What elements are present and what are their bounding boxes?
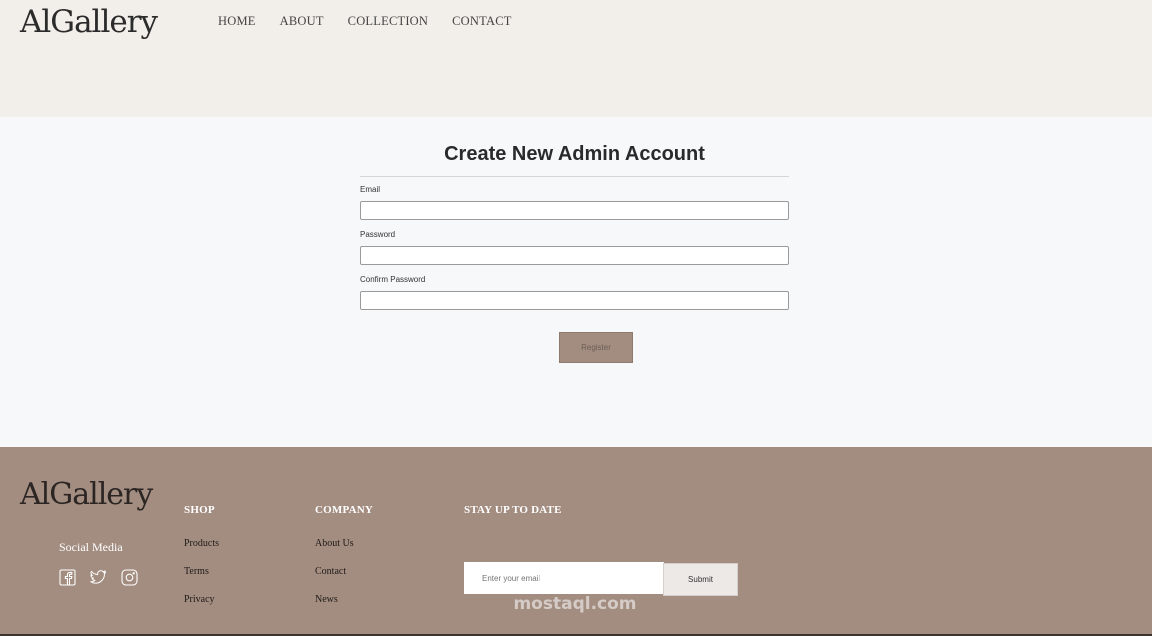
footer-link-products[interactable]: Products <box>184 538 219 549</box>
social-links <box>59 569 152 586</box>
footer-link-about-us[interactable]: About Us <box>315 538 354 549</box>
page-title: Create New Admin Account <box>444 143 705 165</box>
nav-collection-link[interactable]: COLLECTION <box>348 14 428 29</box>
main-nav: HOME ABOUT COLLECTION CONTACT <box>218 14 536 29</box>
twitter-icon[interactable] <box>90 569 107 586</box>
footer-link-terms[interactable]: Terms <box>184 566 209 577</box>
confirm-password-field[interactable] <box>360 291 789 310</box>
site-footer: AlGallery Social Media SHOP Products Ter… <box>0 447 1152 636</box>
nav-home-link[interactable]: HOME <box>218 14 256 29</box>
email-field[interactable] <box>360 201 789 220</box>
nav-about-link[interactable]: ABOUT <box>280 14 324 29</box>
shop-heading: SHOP <box>184 504 215 516</box>
instagram-icon[interactable] <box>121 569 138 586</box>
footer-link-contact[interactable]: Contact <box>315 566 346 577</box>
email-label: Email <box>360 185 381 194</box>
watermark-domain: mostaql.com <box>513 594 637 614</box>
site-header: AlGallery HOME ABOUT COLLECTION CONTACT <box>0 0 1152 117</box>
watermark-arabic: مستقل <box>520 560 630 595</box>
newsletter-submit-button[interactable]: Submit <box>663 563 738 596</box>
social-media-heading: Social Media <box>59 540 123 554</box>
footer-link-privacy[interactable]: Privacy <box>184 594 215 605</box>
password-field[interactable] <box>360 246 789 265</box>
newsletter-heading: STAY UP TO DATE <box>464 504 562 516</box>
watermark: مستقل mostaql.com <box>505 560 645 615</box>
title-divider <box>360 176 789 177</box>
nav-contact-link[interactable]: CONTACT <box>452 14 511 29</box>
company-heading: COMPANY <box>315 504 374 516</box>
site-logo[interactable]: AlGallery <box>20 4 158 40</box>
password-label: Password <box>360 230 396 239</box>
register-section: Create New Admin Account Email Password … <box>0 117 1152 447</box>
footer-logo[interactable]: AlGallery <box>20 477 153 512</box>
confirm-password-label: Confirm Password <box>360 275 426 284</box>
footer-link-news[interactable]: News <box>315 594 338 605</box>
facebook-icon[interactable] <box>59 569 76 586</box>
register-button[interactable]: Register <box>559 332 633 363</box>
